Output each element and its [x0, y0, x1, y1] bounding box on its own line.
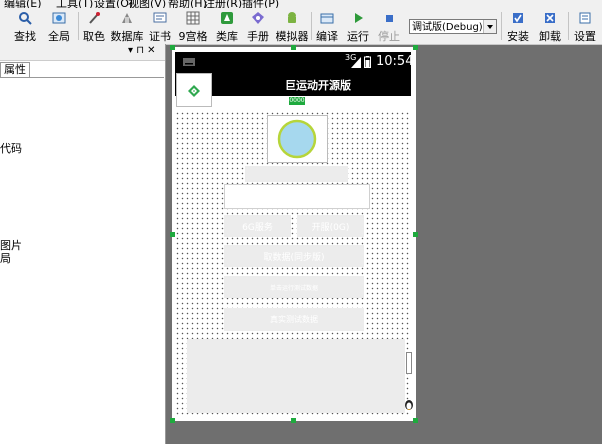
install-button[interactable]: 安装: [504, 8, 532, 44]
resize-handle[interactable]: [170, 418, 175, 423]
compile-button[interactable]: 编译: [313, 8, 341, 44]
database-icon: [122, 13, 132, 23]
database-button[interactable]: 数据库: [110, 8, 144, 44]
toolbar-separator: [501, 12, 502, 40]
bottom-panel-control[interactable]: [187, 339, 405, 413]
logo-icon: [188, 85, 200, 97]
app-logo: [176, 73, 212, 107]
emulator-button[interactable]: 模拟器: [274, 8, 310, 44]
color-picker-button[interactable]: 取色: [80, 8, 108, 44]
image-control[interactable]: [267, 115, 328, 163]
build-mode-select[interactable]: 调试版(Debug): [409, 19, 497, 34]
resize-handle[interactable]: [291, 45, 296, 50]
canvas-button-3[interactable]: 取数据(同步版): [224, 245, 364, 267]
text-input-field[interactable]: [224, 184, 370, 209]
label-placeholder: [245, 166, 348, 182]
toolbar-separator: [78, 12, 79, 40]
find-button[interactable]: 查找: [10, 8, 40, 44]
uninstall-button[interactable]: 卸载: [536, 8, 564, 44]
phone-status-bar: 3G 10:54: [175, 52, 414, 73]
scroll-handle[interactable]: [406, 352, 412, 374]
library-icon: [221, 12, 233, 24]
menu-help[interactable]: 帮助(H): [168, 0, 207, 8]
menu-edit[interactable]: 编辑(E): [4, 0, 42, 8]
resize-handle[interactable]: [413, 45, 418, 50]
compile-icon: [320, 13, 334, 24]
play-icon: [355, 13, 363, 23]
install-icon: [513, 13, 523, 23]
canvas-button-4[interactable]: 单击运行测试数据: [224, 276, 364, 298]
tab-properties[interactable]: 属性: [0, 62, 30, 77]
panel-text-layout: 局: [0, 252, 11, 265]
eyedropper-icon: [89, 12, 100, 24]
settings-button[interactable]: 设置: [571, 8, 599, 44]
toolbar-separator: [568, 12, 569, 40]
tab-divider: [0, 77, 164, 78]
library-button[interactable]: 类库: [213, 8, 241, 44]
manual-icon: [252, 12, 264, 24]
panel-header: ▾ ⊓ ✕: [0, 44, 165, 61]
manual-button[interactable]: 手册: [244, 8, 272, 44]
status-badge: 0000: [289, 97, 305, 105]
penguin-icon: [405, 400, 413, 410]
sub-header-bar: 0000: [212, 96, 411, 107]
canvas-button-2[interactable]: 开服(0G): [297, 215, 364, 237]
global-icon: [52, 12, 66, 24]
stop-icon: [386, 15, 393, 22]
menu-register[interactable]: 注册(R): [204, 0, 242, 8]
certificate-button[interactable]: 证书: [146, 8, 174, 44]
grid-icon: [186, 11, 200, 25]
signal-icon: [351, 57, 361, 68]
resize-handle[interactable]: [291, 418, 296, 423]
keyboard-icon: [183, 58, 195, 66]
panel-controls[interactable]: ▾ ⊓ ✕: [128, 45, 156, 56]
panel-text-code: 代码: [0, 142, 22, 155]
canvas-button-5[interactable]: 真实测试数据: [224, 308, 364, 331]
build-mode-value: 调试版(Debug): [412, 22, 483, 33]
canvas-button-1[interactable]: 6G服务: [224, 215, 291, 237]
toolbar-separator: [311, 12, 312, 40]
resize-handle[interactable]: [170, 45, 175, 50]
menu-bar: 编辑(E) 工具(T) 设置(O) 视图(V) 帮助(H) 注册(R) 插件(P…: [0, 0, 602, 8]
stop-button[interactable]: 停止: [375, 8, 403, 44]
run-button[interactable]: 运行: [343, 8, 373, 44]
battery-icon: [364, 56, 371, 68]
chevron-down-icon[interactable]: [483, 20, 496, 33]
certificate-icon: [153, 12, 167, 23]
resize-handle[interactable]: [413, 232, 418, 237]
status-time: 10:54: [376, 54, 414, 69]
global-button[interactable]: 全局: [44, 8, 74, 44]
circle-image: [277, 119, 317, 159]
search-icon: [19, 12, 32, 25]
android-icon: [288, 12, 296, 23]
properties-panel: ▾ ⊓ ✕ 属性 代码 图片 局: [0, 44, 166, 444]
menu-plugins[interactable]: 插件(P): [242, 0, 279, 8]
settings-icon: [579, 12, 591, 24]
menu-tools[interactable]: 工具(T): [56, 0, 93, 8]
app-title: 巨运动开源版: [285, 79, 351, 92]
resize-handle[interactable]: [413, 418, 418, 423]
menu-view[interactable]: 视图(V): [128, 0, 166, 8]
toolbar: 查找 全局 取色 数据库 证书 9宫格 类库 手册 模拟器 编译 运行 停止 调…: [0, 8, 602, 45]
uninstall-icon: [545, 13, 555, 23]
grid-button[interactable]: 9宫格: [177, 8, 209, 44]
